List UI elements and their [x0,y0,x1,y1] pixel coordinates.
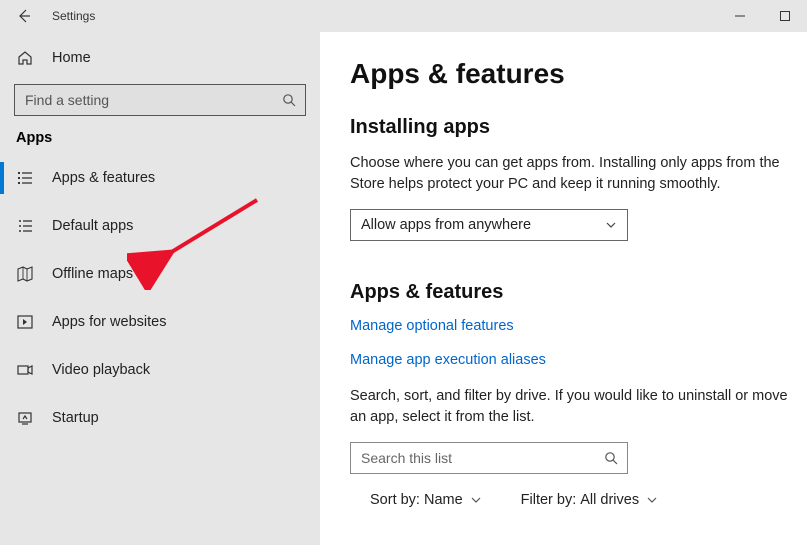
sidebar-item-label: Offline maps [52,266,133,282]
websites-icon [16,313,34,331]
sort-value: Name [424,492,463,508]
sidebar-home[interactable]: Home [0,38,320,78]
sidebar-item-apps-features[interactable]: Apps & features [0,156,320,200]
arrow-left-icon [16,8,32,24]
sidebar-item-offline-maps[interactable]: Offline maps [0,252,320,296]
installing-apps-heading: Installing apps [350,116,807,139]
combo-value: Allow apps from anywhere [361,217,531,233]
minimize-icon [735,11,745,21]
sidebar: Home Apps Apps & features [0,32,320,545]
sort-label: Sort by: [370,492,420,508]
startup-icon [16,409,34,427]
default-apps-icon [16,217,34,235]
chevron-down-icon [647,495,657,505]
settings-search[interactable] [14,84,306,116]
filter-by-control[interactable]: Filter by: All drives [521,492,657,508]
sidebar-home-label: Home [52,50,91,66]
sidebar-item-label: Apps for websites [52,314,166,330]
chevron-down-icon [471,495,481,505]
sidebar-item-video-playback[interactable]: Video playback [0,348,320,392]
minimize-button[interactable] [717,0,762,32]
maximize-icon [780,11,790,21]
apps-features-heading: Apps & features [350,281,807,304]
page-title: Apps & features [350,58,807,90]
installing-apps-text: Choose where you can get apps from. Inst… [350,153,807,195]
content-pane: Apps & features Installing apps Choose w… [320,32,807,545]
manage-execution-aliases-link[interactable]: Manage app execution aliases [350,352,807,368]
search-icon [273,93,305,107]
back-button[interactable] [0,0,48,32]
sidebar-item-label: Apps & features [52,170,155,186]
settings-search-input[interactable] [15,85,273,115]
sidebar-section-label: Apps [0,126,320,156]
chevron-down-icon [605,219,617,231]
video-icon [16,361,34,379]
install-source-combo[interactable]: Allow apps from anywhere [350,209,628,241]
sort-by-control[interactable]: Sort by: Name [370,492,481,508]
sidebar-item-label: Video playback [52,362,150,378]
titlebar: Settings [0,0,807,32]
sidebar-item-apps-websites[interactable]: Apps for websites [0,300,320,344]
sidebar-item-startup[interactable]: Startup [0,396,320,440]
app-list-search[interactable] [350,442,628,474]
window-title: Settings [52,9,95,23]
maximize-button[interactable] [762,0,807,32]
map-icon [16,265,34,283]
filter-value: All drives [580,492,639,508]
list-icon [16,169,34,187]
search-icon [595,451,627,465]
sidebar-item-label: Startup [52,410,99,426]
manage-optional-features-link[interactable]: Manage optional features [350,318,807,334]
sidebar-item-default-apps[interactable]: Default apps [0,204,320,248]
home-icon [16,49,34,67]
filter-label: Filter by: [521,492,577,508]
sidebar-item-label: Default apps [52,218,133,234]
filter-help-text: Search, sort, and filter by drive. If yo… [350,386,807,428]
app-list-search-input[interactable] [351,443,595,473]
